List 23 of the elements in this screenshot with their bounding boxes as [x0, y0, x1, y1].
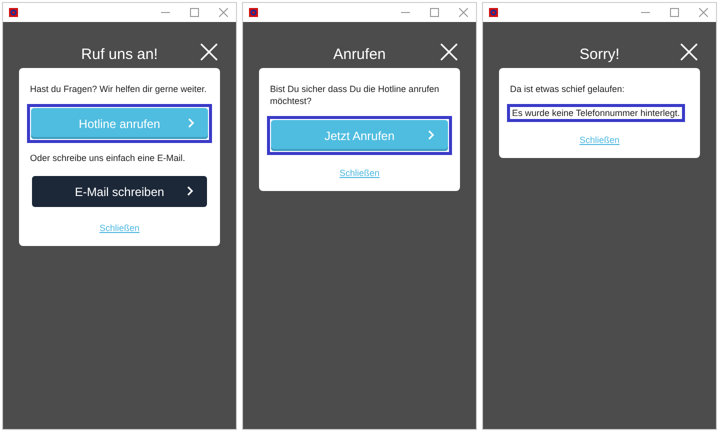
app-icon — [489, 8, 498, 17]
maximize-icon[interactable] — [190, 8, 199, 17]
maximize-icon[interactable] — [430, 8, 439, 17]
app-icon — [249, 8, 258, 17]
call-button[interactable]: Jetzt Anrufen — [271, 120, 448, 152]
chevron-icon — [428, 130, 434, 140]
chevron-icon — [188, 118, 194, 128]
message-text: Es wurde keine Telefonnummer hinterlegt. — [512, 107, 680, 120]
call-button[interactable]: Hotline anrufen — [31, 108, 208, 140]
maximize-icon[interactable] — [670, 8, 679, 17]
close-link[interactable]: Schließen — [579, 135, 620, 146]
dialog-title: Anrufen — [333, 46, 386, 62]
dialog-title: Ruf uns an! — [81, 46, 158, 62]
message-text: Da ist etwas schief gelaufen: — [510, 83, 626, 96]
email-button[interactable]: E-Mail schreiben — [32, 176, 207, 208]
message-text: Bist Du sicher dass Du die Hotline anrufen möchtest? — [270, 83, 440, 108]
message-text: Oder schreibe uns einfach eine E-Mail. — [30, 152, 186, 164]
chevron-icon — [187, 186, 193, 196]
close-link[interactable]: Schließen — [339, 168, 380, 178]
close-link[interactable]: Schließen — [99, 223, 140, 234]
message-text: Hast du Fragen? Wir helfen dir gerne weiter. — [30, 83, 208, 96]
dialog-title: Sorry! — [579, 46, 620, 62]
app-icon — [9, 8, 18, 17]
